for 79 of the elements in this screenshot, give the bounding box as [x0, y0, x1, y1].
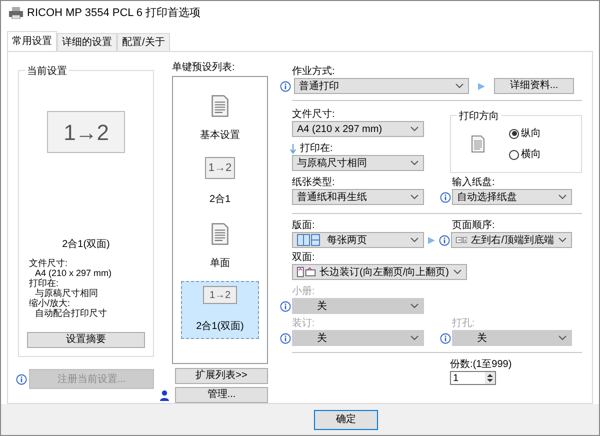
preset-item[interactable]: 单面: [181, 217, 259, 275]
chevron-down-icon: [410, 126, 419, 132]
dropdown[interactable]: 普通打印: [294, 78, 469, 94]
preset-item[interactable]: 1→2 2合1: [181, 153, 259, 211]
duplex-icon: [297, 266, 316, 278]
info-icon: [280, 80, 290, 92]
field-label: 打印在:: [300, 143, 333, 155]
preview-label: 2合1(双面): [62, 238, 110, 252]
document-icon: [471, 135, 485, 153]
chevron-down-icon: [410, 160, 419, 166]
field-label: 打孔:: [452, 318, 476, 330]
copies-label: 份数:(1至999): [450, 359, 513, 371]
chevron-down-icon: [455, 83, 464, 89]
chevron-down-icon: [410, 194, 419, 200]
info-icon: [280, 332, 290, 344]
tab[interactable]: 详细的设置: [57, 33, 117, 51]
dropdown[interactable]: A4 (210 x 297 mm): [292, 121, 424, 137]
dropdown[interactable]: 长边装订(向左翻页/向上翻页): [292, 264, 467, 280]
detail-value: A4 (210 x 297 mm): [34, 268, 112, 278]
dropdown[interactable]: 左到右/顶端到底端: [451, 232, 572, 248]
field-label: 作业方式:: [292, 66, 336, 78]
two-pages-icon: [297, 234, 323, 246]
play-icon: [427, 236, 436, 244]
dropdown[interactable]: 每张两页: [292, 232, 424, 248]
chevron-down-icon: [558, 194, 567, 200]
field-label: 文件尺寸:: [292, 109, 336, 121]
list-title: 单键预设列表:: [172, 60, 236, 75]
info-icon: [280, 300, 290, 312]
detail-value: 与原稿尺寸相同: [34, 288, 99, 298]
detail-label: 文件尺寸:: [29, 258, 69, 268]
preset-item[interactable]: 1→2 2合1(双面): [181, 281, 259, 339]
info-icon: [440, 332, 450, 344]
document-icon: [211, 221, 229, 247]
detail-value: 自动配合打印尺寸: [34, 308, 108, 318]
radio-button[interactable]: 纵向: [509, 126, 541, 141]
field-label: 版面:: [292, 220, 316, 232]
info-icon: [438, 234, 450, 246]
button[interactable]: 管理...: [175, 387, 268, 403]
copies-spinner[interactable]: 1: [450, 371, 496, 385]
preset-item[interactable]: 基本设置: [181, 89, 259, 147]
button[interactable]: 扩展列表>>: [175, 368, 268, 384]
field-label: 小册:: [292, 286, 316, 298]
pages-icon: 1→2: [205, 157, 235, 179]
button[interactable]: 设置摘要: [27, 332, 145, 348]
play-icon: [477, 82, 486, 90]
field-label: 输入纸盘:: [452, 177, 496, 189]
field-label: 双面:: [292, 252, 316, 264]
radio-indicator[interactable]: [509, 150, 519, 160]
arrow-down-icon: [290, 144, 296, 154]
window-title: RICOH MP 3554 PCL 6 打印首选项: [27, 6, 201, 21]
tab[interactable]: 配置/关于: [117, 33, 170, 51]
dropdown[interactable]: 与原稿尺寸相同: [292, 155, 424, 171]
tab[interactable]: 常用设置: [7, 31, 57, 51]
dropdown[interactable]: 普通纸和再生纸: [292, 189, 424, 205]
chevron-down-icon: [410, 335, 419, 341]
radio-indicator[interactable]: [509, 128, 519, 138]
printer-icon: [9, 7, 23, 19]
field-label: 装订:: [292, 318, 316, 330]
chevron-down-icon: [558, 237, 567, 243]
preview-text: 1→2: [64, 118, 108, 146]
detail-label: 打印在:: [29, 278, 60, 288]
dropdown[interactable]: 自动选择纸盘: [452, 189, 572, 205]
chevron-down-icon: [410, 237, 419, 243]
pages-icon: 1→2: [203, 286, 237, 304]
spin-arrows-icon: [485, 372, 495, 384]
user-icon: [160, 390, 169, 400]
button[interactable]: 详细资料...: [494, 78, 574, 94]
field-label: 纸张类型:: [292, 177, 336, 189]
page-order-icon: [456, 234, 468, 246]
document-icon: [211, 93, 229, 119]
chevron-down-icon: [558, 335, 567, 341]
info-icon: [16, 374, 27, 384]
detail-label: 缩小/放大:: [29, 298, 72, 308]
radio-button[interactable]: 横向: [509, 147, 541, 162]
info-icon: [440, 192, 450, 202]
chevron-down-icon: [453, 269, 462, 275]
field-label: 页面顺序:: [452, 220, 496, 232]
chevron-down-icon: [410, 303, 419, 309]
ok-button[interactable]: 确定: [314, 410, 378, 430]
